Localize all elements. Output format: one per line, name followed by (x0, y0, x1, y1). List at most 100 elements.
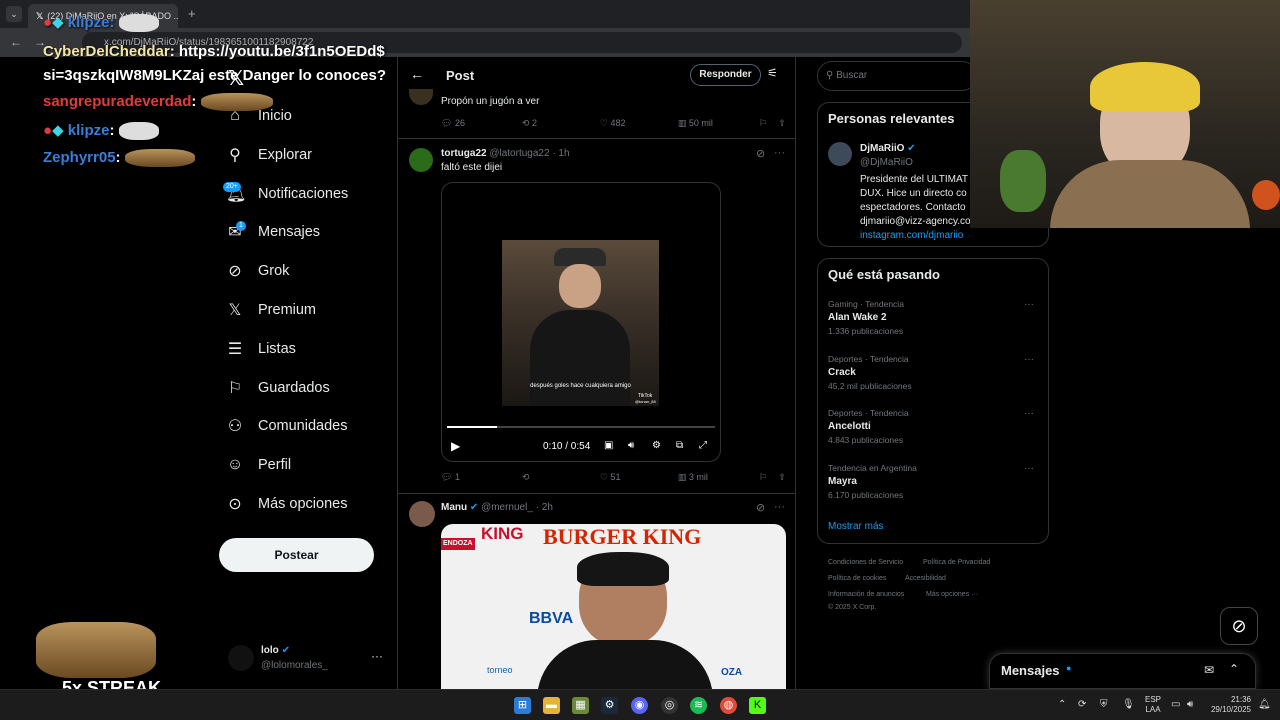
user-avatar[interactable] (828, 142, 852, 166)
trend-more-icon[interactable]: ··· (1024, 463, 1034, 474)
video-progress-track[interactable] (447, 426, 715, 428)
grok-icon[interactable]: ⊘ (756, 147, 765, 160)
nav-item-profile[interactable]: ☺ Perfil (226, 451, 291, 479)
pip-icon[interactable]: ⧉ (676, 440, 683, 451)
user-avatar[interactable] (409, 89, 433, 105)
nav-item-more[interactable]: ⊙ Más opciones (226, 490, 347, 518)
trend-more-icon[interactable]: ··· (1024, 408, 1034, 419)
grok-float-button[interactable]: ⊘ (1220, 607, 1258, 645)
share-icon[interactable]: ⇪ (778, 472, 786, 483)
clock[interactable]: 21:36 29/10/2025 (1205, 695, 1251, 715)
reply-action[interactable]: 💬︎ 1 (441, 472, 522, 483)
expand-icon[interactable]: ⌃ (1229, 662, 1239, 676)
language-indicator[interactable]: ESP LAA (1145, 695, 1161, 715)
footer-link[interactable]: Accesibilidad (905, 575, 946, 582)
chrome-icon[interactable]: ◍ (720, 697, 737, 714)
home-icon: ⌂ (230, 107, 240, 124)
user-name[interactable]: DjMaRiiO (860, 143, 904, 154)
nav-item-communities[interactable]: ⚇ Comunidades (226, 412, 348, 440)
spotify-icon[interactable]: ≋ (690, 697, 707, 714)
footer-link[interactable]: Política de Privacidad (923, 559, 990, 566)
user-avatar[interactable] (409, 148, 433, 172)
user-avatar[interactable] (409, 501, 435, 527)
grok-icon: ⊘ (228, 263, 242, 280)
back-icon[interactable]: ← (10, 35, 22, 49)
more-icon[interactable]: ··· (774, 147, 785, 159)
bookmark-icon[interactable]: ⚐ (759, 118, 779, 129)
nav-item-lists[interactable]: ☰ Listas (226, 335, 296, 363)
x-logo-icon[interactable]: 𝕏 (228, 66, 244, 91)
app-icon[interactable]: ▦ (572, 697, 589, 714)
trend-item[interactable]: Deportes · Tendencia Crack 45,2 mil publ… (828, 354, 1040, 391)
share-icon[interactable]: ⇪ (778, 118, 786, 129)
tweet-image[interactable]: ENDOZA KING BURGER KING BBVA torneo OZA (441, 524, 786, 689)
account-more-icon[interactable]: ··· (371, 649, 383, 663)
tray-shield-icon[interactable]: ⛨ (1100, 699, 1108, 710)
trend-item[interactable]: Tendencia en Argentina Mayra 6.170 publi… (828, 463, 1040, 500)
video-player[interactable]: después goles hace cualquiera amigo TikT… (441, 182, 721, 462)
post-button[interactable]: Postear (219, 538, 374, 572)
nav-item-bookmarks[interactable]: ⚐ Guardados (226, 374, 330, 402)
messages-drawer[interactable]: Mensajes ● ✉ ⌃ (989, 653, 1256, 689)
obs-icon[interactable]: ◎ (661, 697, 678, 714)
nav-item-notifications[interactable]: 🔔︎ Notificaciones (226, 180, 348, 208)
settings-sliders-icon[interactable]: ⚟ (767, 66, 778, 80)
tab-search-icon[interactable]: ⌄ (6, 6, 22, 22)
reply-button[interactable]: Responder (690, 64, 761, 86)
bookmark-icon[interactable]: ⚐ (759, 472, 779, 483)
trends-card: Qué está pasando Gaming · Tendencia Alan… (817, 258, 1049, 544)
views-action[interactable]: ▥ 3 mil (678, 472, 759, 483)
footer-link[interactable]: Política de cookies (828, 575, 886, 582)
steam-icon[interactable]: ⚙ (601, 697, 618, 714)
new-tab-icon[interactable]: + (188, 6, 196, 21)
trend-more-icon[interactable]: ··· (1024, 299, 1034, 310)
like-action[interactable]: ♡ 51 (600, 472, 678, 483)
like-count: 51 (610, 472, 621, 482)
like-action[interactable]: ♡ 482 (600, 118, 678, 129)
more-icon[interactable]: ··· (774, 501, 785, 513)
nav-item-home[interactable]: ⌂ Inicio (226, 102, 292, 130)
file-explorer-icon[interactable]: ▬ (543, 697, 560, 714)
user-name[interactable]: Manu (441, 502, 467, 513)
retweet-action[interactable]: ⟲ 2 (522, 118, 600, 129)
nav-item-premium[interactable]: 𝕏 Premium (226, 296, 316, 324)
tray-mic-icon[interactable]: 🎙︎ (1122, 699, 1135, 710)
trend-item[interactable]: Gaming · Tendencia Alan Wake 2 1.336 pub… (828, 299, 1040, 336)
reply-action[interactable]: 💬︎ 26 (441, 118, 522, 129)
back-arrow-icon[interactable]: ← (410, 66, 424, 82)
search-input[interactable]: ⚲ Buscar (817, 61, 977, 91)
views-action[interactable]: ▥ 50 mil (678, 118, 759, 129)
play-icon[interactable]: ▶ (451, 439, 460, 453)
windows-start-icon[interactable]: ⊞ (514, 697, 531, 714)
bio-link[interactable]: instagram.com/djmariio (860, 229, 971, 243)
trends-title: Qué está pasando (828, 267, 940, 282)
show-more-link[interactable]: Mostrar más (828, 521, 884, 532)
account-avatar[interactable] (228, 645, 254, 671)
footer-link[interactable]: Más opciones ··· (926, 591, 978, 598)
trend-item[interactable]: Deportes · Tendencia Ancelotti 4.843 pub… (828, 408, 1040, 445)
user-name[interactable]: tortuga22 (441, 148, 487, 159)
tray-app-icon[interactable]: ⟳ (1078, 699, 1086, 710)
tweet-header: tortuga22 @latortuga22 · 1h (441, 148, 570, 159)
new-message-icon[interactable]: ✉ (1204, 663, 1214, 677)
captions-icon[interactable]: ▣ (604, 440, 613, 451)
footer-link[interactable]: Información de anuncios (828, 591, 904, 598)
nav-item-explore[interactable]: ⚲ Explorar (226, 141, 312, 169)
settings-icon[interactable]: ⚙ (652, 440, 661, 451)
tray-chevron-icon[interactable]: ⌃ (1058, 699, 1066, 710)
nav-item-grok[interactable]: ⊘ Grok (226, 257, 289, 285)
grok-icon[interactable]: ⊘ (756, 501, 765, 514)
trend-more-icon[interactable]: ··· (1024, 354, 1034, 365)
volume-icon[interactable]: 🔊︎ (1187, 699, 1193, 710)
trend-meta: Deportes · Tendencia (828, 354, 909, 364)
discord-icon[interactable]: ◉ (631, 697, 648, 714)
network-icon[interactable]: ▭ (1171, 699, 1180, 710)
notification-bell-icon[interactable]: 🔔︎ (1258, 699, 1271, 710)
kick-icon[interactable]: K (749, 697, 766, 714)
fullscreen-icon[interactable]: ⤢ (699, 440, 707, 451)
retweet-action[interactable]: ⟲ (522, 472, 600, 483)
volume-icon[interactable]: 🔊︎ (628, 440, 634, 451)
image-brand: BURGER KING (543, 524, 702, 549)
footer-link[interactable]: Condiciones de Servicio (828, 559, 903, 566)
account-switcher[interactable]: lolo ✔ (261, 645, 290, 656)
